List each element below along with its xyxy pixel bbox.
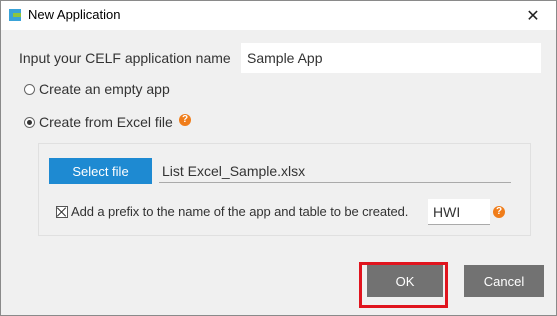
title-bar: New Application ✕ [1, 1, 556, 30]
help-icon[interactable]: ? [179, 114, 191, 126]
celf-app-icon [9, 9, 21, 21]
radio-empty-app[interactable] [24, 84, 35, 95]
dialog-body: Input your CELF application name Sample … [1, 30, 556, 315]
close-icon: ✕ [526, 7, 540, 25]
new-application-dialog: New Application ✕ Input your CELF applic… [0, 0, 557, 316]
ok-button[interactable]: OK [367, 265, 443, 297]
app-name-input[interactable]: Sample App [241, 43, 541, 73]
option-empty-app-label[interactable]: Create an empty app [39, 81, 170, 97]
selected-file-name: List Excel_Sample.xlsx [159, 158, 511, 183]
cancel-button[interactable]: Cancel [464, 265, 544, 297]
radio-excel-file[interactable] [24, 117, 35, 128]
prefix-checkbox[interactable] [56, 206, 68, 218]
prefix-input[interactable]: HWI [428, 199, 490, 225]
prefix-label[interactable]: Add a prefix to the name of the app and … [71, 204, 408, 219]
select-file-button[interactable]: Select file [49, 158, 152, 184]
prefix-help-icon[interactable]: ? [493, 206, 505, 218]
option-excel-file-label[interactable]: Create from Excel file [39, 114, 173, 130]
app-name-label: Input your CELF application name [19, 50, 231, 66]
window-title: New Application [28, 7, 121, 22]
close-button[interactable]: ✕ [510, 1, 556, 30]
excel-options-panel: Select file List Excel_Sample.xlsx Add a… [38, 143, 531, 236]
